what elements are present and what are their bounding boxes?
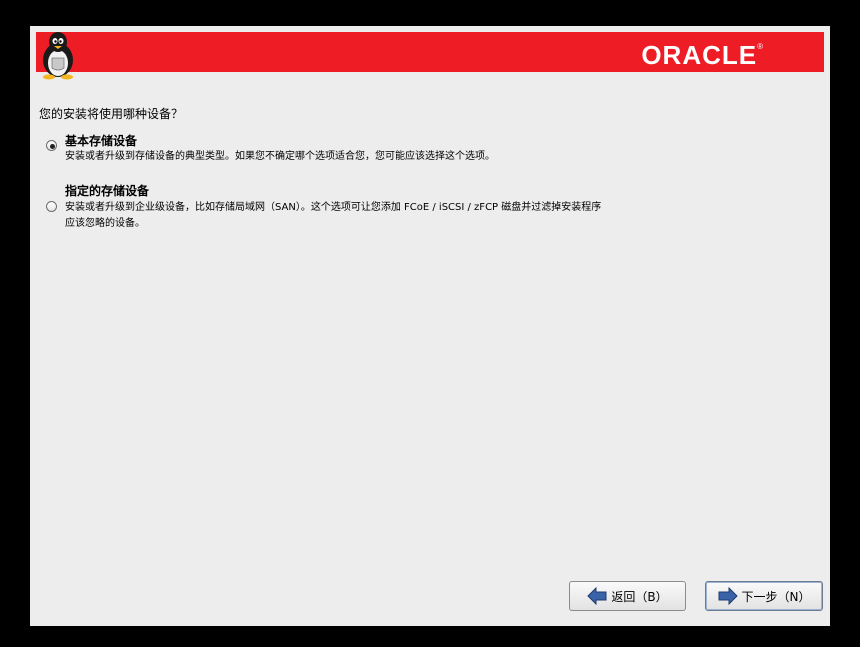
radio-basic-storage[interactable] — [46, 140, 57, 151]
arrow-left-icon — [587, 587, 607, 605]
option-basic-description: 安装或者升级到存储设备的典型类型。如果您不确定哪个选项适合您，您可能应该选择这个… — [65, 151, 495, 162]
device-question: 您的安装将使用哪种设备？ — [39, 107, 184, 121]
header-banner: ORACLE® — [36, 32, 824, 80]
next-button-label: 下一步（N） — [741, 589, 811, 604]
oracle-logo: ORACLE® — [641, 40, 764, 71]
arrow-right-icon — [718, 587, 738, 605]
back-button[interactable]: 返回（B） — [569, 581, 686, 611]
option-basic-title: 基本存储设备 — [65, 134, 138, 148]
option-specialized-description-line2: 应该忽略的设备。 — [65, 218, 145, 229]
oracle-logo-text: ORACLE — [641, 40, 758, 70]
option-specialized-title: 指定的存储设备 — [65, 184, 150, 198]
trademark-mark: ® — [757, 42, 764, 51]
tux-penguin-icon — [43, 32, 73, 80]
back-button-label: 返回（B） — [611, 589, 668, 604]
option-specialized-description-line1: 安装或者升级到企业级设备，比如存储局域网（SAN）。这个选项可让您添加 FCoE… — [65, 202, 602, 213]
next-button[interactable]: 下一步（N） — [705, 581, 823, 611]
installer-window: ORACLE® 您的安装将使用哪种设备？ 基本存储设备 安装或者升级到存储设备的… — [30, 26, 830, 626]
radio-specialized-storage[interactable] — [46, 201, 57, 212]
